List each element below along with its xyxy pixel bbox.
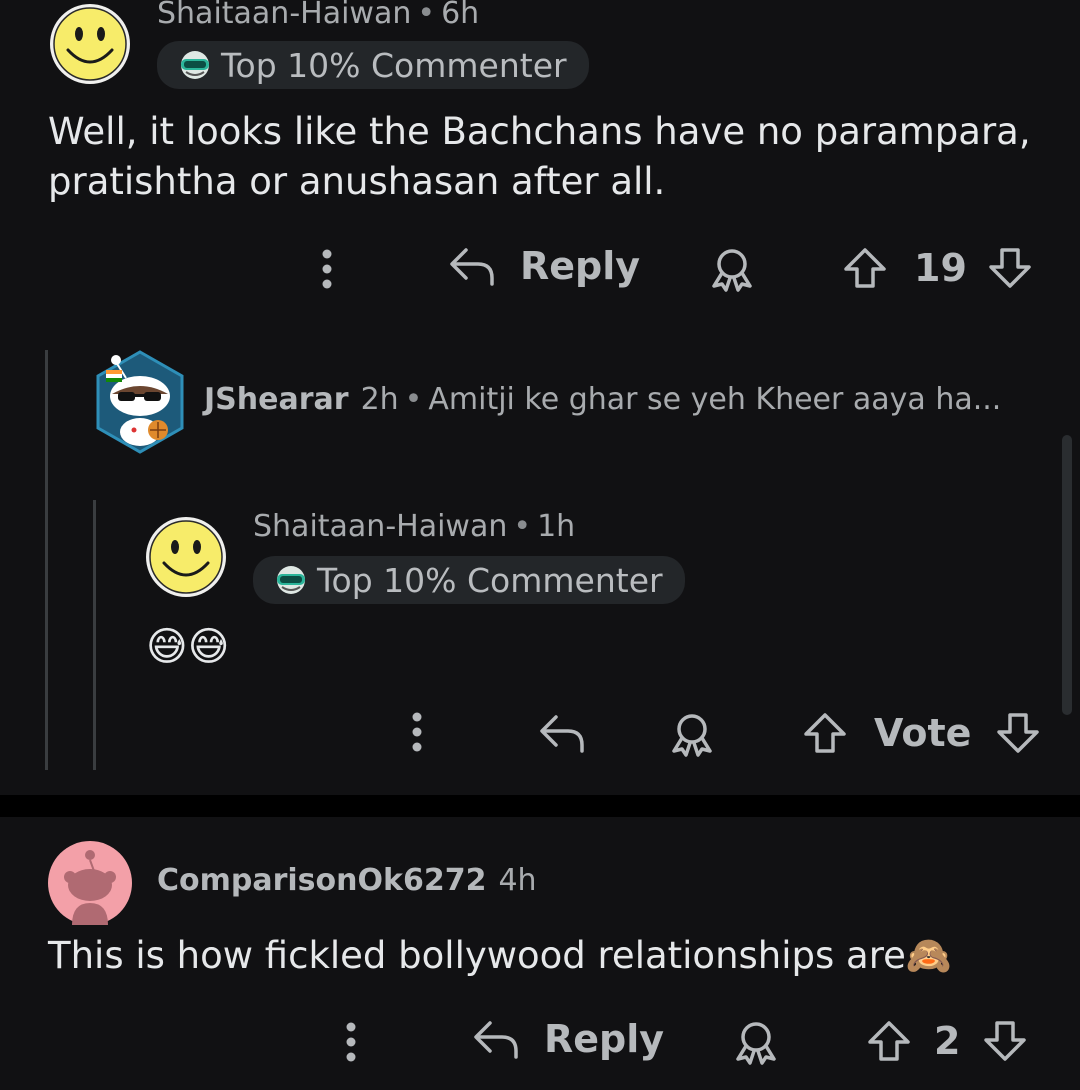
comment-divider (0, 795, 1080, 817)
username[interactable]: ComparisonOk6272 (157, 863, 486, 898)
username[interactable]: Shaitaan-Haiwan (253, 509, 507, 544)
vote-label: Vote (874, 711, 972, 755)
goggles-icon (181, 51, 209, 79)
username-row: ComparisonOk6272 4h (157, 863, 537, 898)
thread-line-inner[interactable] (93, 500, 96, 770)
vote-controls: 19 (842, 246, 1033, 290)
reply-label: Reply (520, 244, 641, 288)
more-button[interactable] (318, 248, 336, 290)
timestamp: 2h (360, 382, 399, 417)
upvote-icon[interactable] (842, 246, 888, 290)
more-icon (346, 1022, 356, 1062)
thread-line-outer[interactable] (45, 350, 48, 770)
snoo-avatar[interactable] (48, 841, 132, 925)
comment-body: Well, it looks like the Bachchans have n… (48, 110, 1031, 203)
separator-dot: • (404, 382, 423, 417)
vote-controls: 2 (866, 1019, 1028, 1063)
reply-icon (540, 715, 584, 753)
commenter-badge[interactable]: Top 10% Commenter (253, 556, 685, 604)
downvote-icon[interactable] (987, 246, 1033, 290)
comment-body: This is how fickled bollywood relationsh… (48, 934, 952, 977)
snoo-avatar[interactable] (94, 350, 186, 454)
award-icon (672, 714, 712, 757)
timestamp: 4h (498, 863, 537, 898)
badge-label: Top 10% Commenter (221, 45, 567, 85)
smiley-avatar[interactable] (48, 2, 132, 86)
downvote-icon[interactable] (982, 1019, 1028, 1063)
upvote-icon[interactable] (802, 711, 848, 755)
reply-icon (450, 248, 494, 286)
more-button[interactable] (342, 1021, 360, 1063)
award-icon (712, 249, 752, 292)
score: 2 (934, 1019, 961, 1063)
comment-2-collapsed[interactable]: JShearar 2h • Amitji ke ghar se yeh Kheer a… (94, 350, 1054, 460)
comment-body: 😅😅 (146, 624, 230, 670)
vote-controls: Vote (802, 711, 1041, 755)
comment-4: ComparisonOk6272 4h This is how fickled b… (0, 817, 1080, 1090)
separator-dot: • (417, 0, 436, 31)
username-row: Shaitaan-Haiwan • 1h (253, 509, 575, 544)
more-icon (412, 712, 422, 752)
award-button[interactable] (708, 246, 756, 292)
award-icon (736, 1022, 776, 1065)
reply-button[interactable]: Reply (448, 244, 640, 288)
timestamp: 1h (537, 509, 576, 544)
separator-dot: • (513, 509, 532, 544)
smiley-avatar[interactable] (144, 515, 228, 599)
timestamp: 6h (441, 0, 480, 31)
scrollbar[interactable] (1062, 435, 1072, 715)
award-button[interactable] (732, 1019, 780, 1065)
reply-button[interactable] (538, 711, 586, 755)
more-icon (322, 249, 332, 289)
reply-button[interactable]: Reply (472, 1017, 664, 1061)
comment-preview: Amitji ke ghar se yeh Kheer aaya ha... (428, 382, 1002, 417)
username[interactable]: JShearar (204, 382, 349, 417)
commenter-badge[interactable]: Top 10% Commenter (157, 41, 589, 89)
goggles-icon (277, 566, 305, 594)
comment-1: Shaitaan-Haiwan • 6h Top 10% Commenter Wel… (0, 0, 1080, 330)
downvote-icon[interactable] (995, 711, 1041, 755)
more-button[interactable] (408, 711, 426, 753)
score: 19 (914, 246, 967, 290)
award-button[interactable] (668, 711, 716, 757)
badge-label: Top 10% Commenter (317, 560, 663, 600)
username-row: JShearar 2h • Amitji ke ghar se yeh Kheer a… (204, 382, 1001, 417)
reply-icon (474, 1021, 518, 1059)
upvote-icon[interactable] (866, 1019, 912, 1063)
username-row: Shaitaan-Haiwan • 6h (157, 0, 479, 31)
username[interactable]: Shaitaan-Haiwan (157, 0, 411, 31)
comment-3: Shaitaan-Haiwan • 1h Top 10% Commenter 😅😅 … (140, 505, 1060, 775)
reply-label: Reply (544, 1017, 665, 1061)
